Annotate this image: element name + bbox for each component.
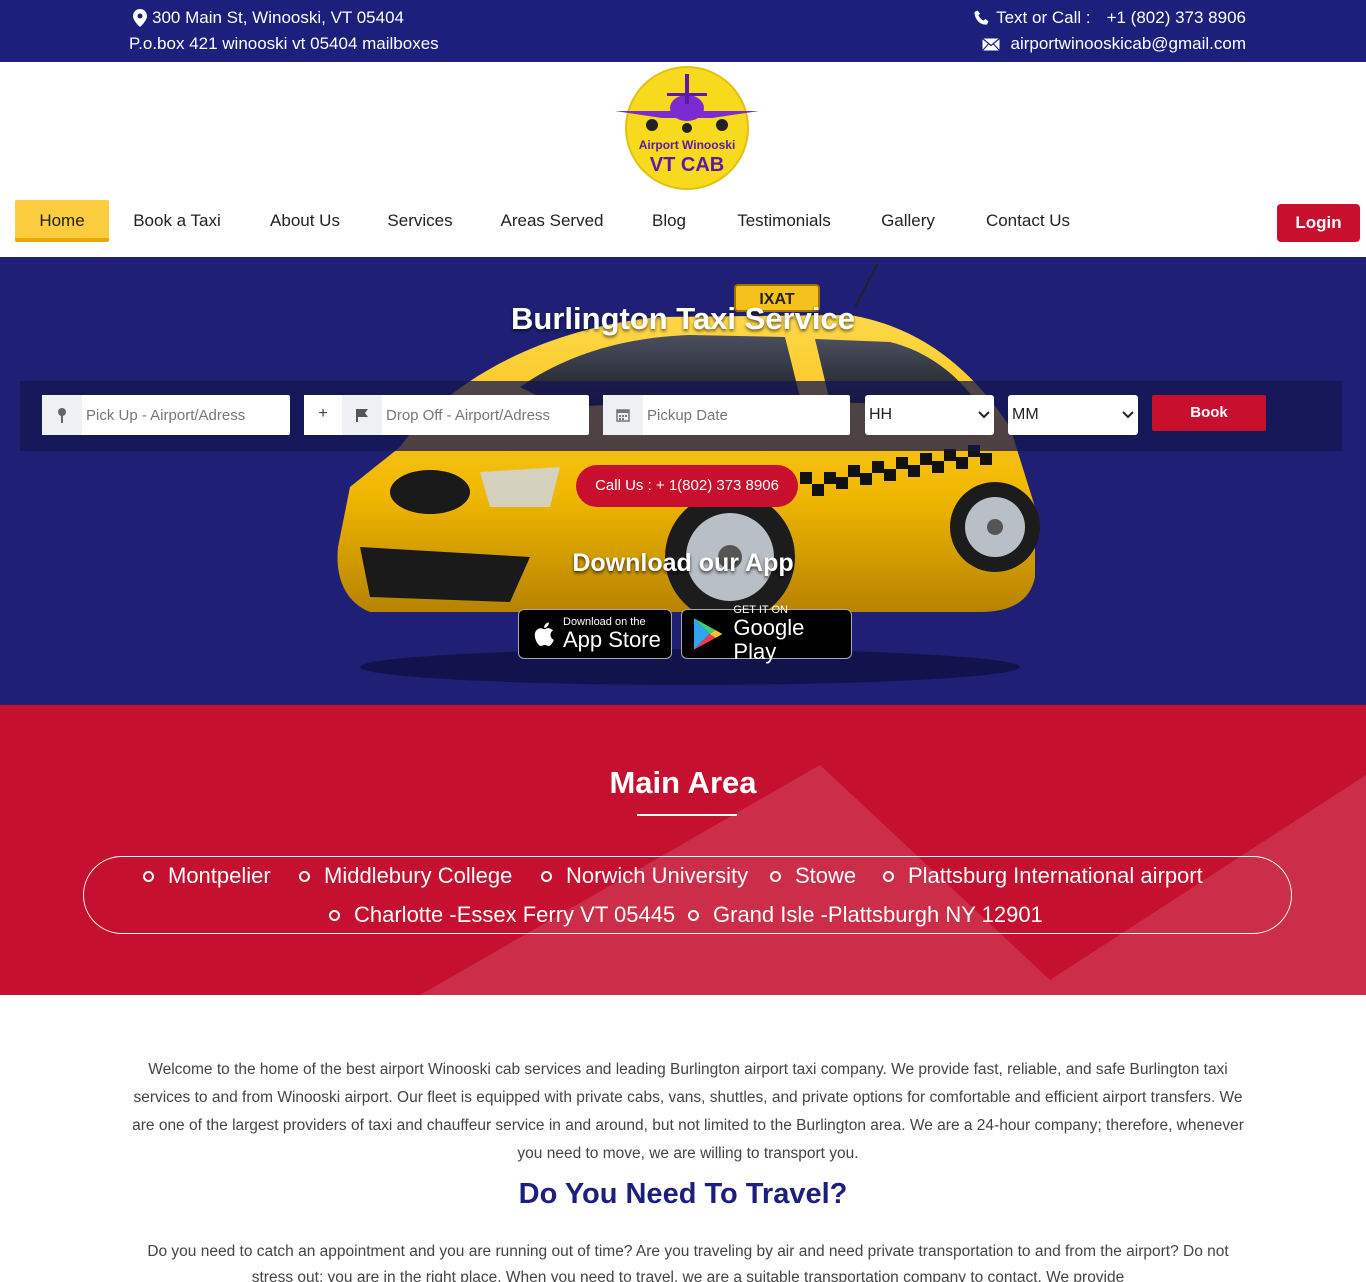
phone-number[interactable]: +1 (802) 373 8906: [1107, 8, 1246, 28]
google-play-icon: [693, 618, 723, 650]
chevron-down-icon: [978, 411, 990, 419]
hero-title: Burlington Taxi Service: [511, 301, 855, 336]
email-link[interactable]: airportwinooskicab@gmail.com: [1010, 34, 1246, 54]
book-button[interactable]: Book: [1152, 395, 1266, 431]
minute-value: MM: [1012, 406, 1039, 423]
dropoff-field[interactable]: Drop Off - Airport/Adress: [342, 395, 589, 435]
nav-contact-us[interactable]: Contact Us: [974, 200, 1082, 242]
area-item[interactable]: Norwich University: [541, 863, 748, 889]
pobox-text: P.o.box 421 winooski vt 05404 mailboxes: [129, 34, 439, 53]
call-label: Text or Call :: [996, 8, 1091, 27]
area-item[interactable]: Grand Isle -Plattsburgh NY 12901: [688, 902, 1043, 928]
appstore-big-text: App Store: [563, 627, 661, 652]
title-divider: [637, 814, 737, 816]
area-item[interactable]: Stowe: [770, 863, 856, 889]
dropoff-placeholder: Drop Off - Airport/Adress: [386, 406, 550, 424]
area-label: Middlebury College: [324, 863, 513, 888]
logo-line1: Airport Winooski: [639, 138, 736, 152]
logo-line2: VT CAB: [650, 154, 724, 176]
google-play-button[interactable]: GET IT ON Google Play: [681, 604, 852, 664]
mail-icon: [982, 37, 1001, 51]
area-label: Stowe: [795, 863, 857, 888]
circle-bullet-icon: [329, 909, 340, 921]
login-button[interactable]: Login: [1277, 204, 1360, 242]
nav-testimonials[interactable]: Testimonials: [724, 200, 844, 242]
nav-services[interactable]: Services: [377, 200, 463, 242]
area-item[interactable]: Charlotte -Essex Ferry VT 05445: [329, 902, 675, 928]
hour-select[interactable]: HH: [865, 395, 994, 435]
phone-line[interactable]: Text or Call : +1 (802) 373 8906: [974, 8, 1246, 28]
booking-form: Pick Up - Airport/Adress + Drop Off - Ai…: [20, 381, 1342, 451]
area-item[interactable]: Middlebury College: [299, 863, 512, 889]
minute-select[interactable]: MM: [1008, 395, 1138, 435]
area-label: Charlotte -Essex Ferry VT 05445: [354, 902, 676, 927]
area-label: Grand Isle -Plattsburgh NY 12901: [713, 902, 1043, 927]
circle-bullet-icon: [883, 870, 894, 882]
nav-home[interactable]: Home: [15, 200, 109, 242]
nav-book-a-taxi[interactable]: Book a Taxi: [124, 200, 230, 242]
circle-bullet-icon: [770, 870, 781, 882]
googleplay-big-text: Google Play: [733, 615, 805, 664]
nav-about-us[interactable]: About Us: [260, 200, 350, 242]
pin-icon: [42, 395, 82, 435]
calendar-icon: [603, 395, 643, 435]
nav-blog[interactable]: Blog: [643, 200, 695, 242]
address-line: 300 Main St, Winooski, VT 05404: [133, 8, 404, 28]
download-app-title: Download our App: [572, 549, 794, 577]
nav-areas-served[interactable]: Areas Served: [490, 200, 614, 242]
chevron-down-icon: [1122, 411, 1134, 419]
pickup-field[interactable]: Pick Up - Airport/Adress: [42, 395, 290, 435]
call-us-button[interactable]: Call Us : + 1(802) 373 8906: [576, 465, 798, 507]
circle-bullet-icon: [299, 870, 310, 882]
date-placeholder: Pickup Date: [647, 406, 728, 424]
area-label: Norwich University: [566, 863, 749, 888]
circle-bullet-icon: [541, 870, 552, 882]
intro-paragraph: Welcome to the home of the best airport …: [132, 1061, 1244, 1162]
area-label: Montpelier: [168, 863, 271, 888]
logo[interactable]: Airport Winooski VT CAB: [612, 66, 762, 192]
travel-paragraph: Do you need to catch an appointment and …: [147, 1243, 1229, 1282]
area-label: Plattsburg International airport: [908, 863, 1203, 888]
hero-section: IXAT Burlington Taxi Service Pick Up - A…: [0, 257, 1366, 705]
app-store-button[interactable]: Download on the App Store: [518, 609, 672, 659]
travel-heading: Do You Need To Travel?: [518, 1178, 848, 1210]
circle-bullet-icon: [688, 909, 699, 921]
mountain-background-shape: [420, 765, 1366, 995]
main-nav: Home Book a Taxi About Us Services Areas…: [0, 196, 1366, 256]
circle-bullet-icon: [143, 870, 154, 882]
pickup-placeholder: Pick Up - Airport/Adress: [86, 406, 246, 424]
area-item[interactable]: Montpelier: [143, 863, 271, 889]
add-stop-button[interactable]: +: [304, 395, 342, 435]
email-line[interactable]: airportwinooskicab@gmail.com: [982, 34, 1246, 54]
apple-icon: [534, 622, 554, 646]
phone-icon: [974, 10, 989, 25]
top-contact-bar: 300 Main St, Winooski, VT 05404 P.o.box …: [0, 0, 1366, 62]
nav-gallery[interactable]: Gallery: [872, 200, 944, 242]
main-area-section: Main Area Montpelier Middlebury College …: [0, 705, 1366, 995]
area-item[interactable]: Plattsburg International airport: [883, 863, 1203, 889]
flag-icon: [342, 395, 382, 435]
pickup-date-field[interactable]: Pickup Date: [603, 395, 850, 435]
address-text: 300 Main St, Winooski, VT 05404: [152, 8, 404, 27]
map-pin-icon: [133, 9, 147, 27]
hour-value: HH: [869, 406, 893, 423]
main-area-title: Main Area: [609, 765, 757, 800]
